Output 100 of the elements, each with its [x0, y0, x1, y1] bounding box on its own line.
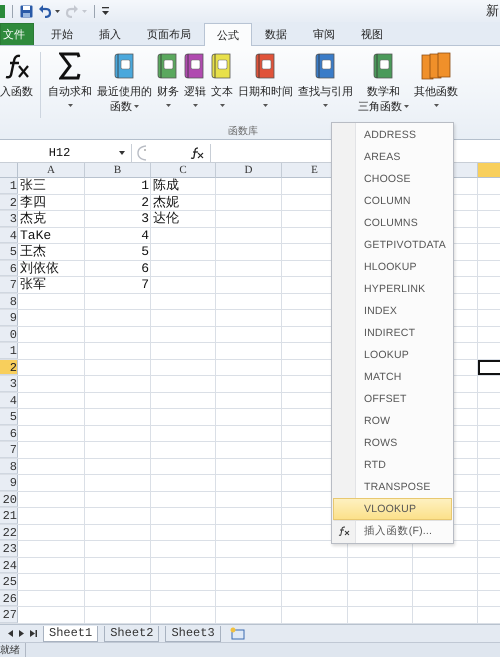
menu-item[interactable]: 插入函数(F)... — [333, 520, 452, 542]
new-sheet-icon[interactable] — [228, 627, 245, 640]
sheet-tab[interactable]: Sheet1 — [43, 626, 98, 642]
table-cell: 7 — [141, 277, 149, 292]
menu-item[interactable]: VLOOKUP — [333, 498, 452, 520]
menu-item[interactable]: OFFSET — [333, 388, 452, 410]
menu-item[interactable]: ROWS — [333, 432, 452, 454]
last-sheet-icon[interactable] — [30, 630, 37, 637]
save-icon[interactable] — [20, 4, 33, 18]
table-cell: 李四 — [20, 194, 46, 210]
ribbon-tab[interactable]: 公式 — [204, 23, 252, 46]
caret-icon[interactable] — [55, 10, 60, 12]
row-header[interactable]: 9 — [0, 310, 18, 326]
insert-function-icon[interactable] — [190, 146, 204, 158]
status-text: 就绪 — [0, 643, 26, 657]
ribbon-button[interactable]: 日期和时间 — [236, 52, 295, 107]
menu-item[interactable]: HYPERLINK — [333, 278, 452, 300]
customize-icon[interactable] — [102, 7, 109, 15]
row-header[interactable]: 3 — [0, 211, 18, 226]
row-header[interactable]: 4 — [0, 392, 18, 408]
menu-item[interactable]: GETPIVOTDATA — [333, 234, 452, 256]
sheet-tab[interactable]: Sheet3 — [165, 626, 221, 642]
row-header[interactable]: 20 — [0, 492, 18, 507]
row-header[interactable]: 2 — [0, 194, 18, 210]
table-cell: 达伦 — [153, 211, 179, 226]
caret-icon[interactable] — [119, 150, 125, 154]
menu-item[interactable]: COLUMN — [333, 190, 452, 212]
row-header[interactable]: 26 — [0, 590, 18, 606]
row-header[interactable]: 5 — [0, 409, 18, 424]
book-icon — [184, 52, 206, 80]
row-header[interactable]: 1 — [0, 343, 18, 358]
ribbon-tab[interactable]: 插入 — [86, 23, 134, 45]
column-header[interactable]: B — [85, 163, 151, 178]
table-cell: 杰克 — [20, 211, 46, 226]
menu-item[interactable]: RTD — [333, 454, 452, 476]
menu-item[interactable]: MATCH — [333, 366, 452, 388]
column-header[interactable]: A — [18, 163, 85, 178]
row-header[interactable]: 25 — [0, 574, 18, 590]
row-header[interactable]: 0 — [0, 326, 18, 342]
ribbon-button[interactable]: 逻辑 — [182, 52, 208, 107]
menu-item[interactable]: ADDRESS — [333, 124, 452, 146]
row-header[interactable]: 24 — [0, 558, 18, 573]
row-header[interactable]: 3 — [0, 376, 18, 392]
row-header[interactable]: 22 — [0, 524, 18, 540]
excel-icon — [0, 4, 5, 18]
menu-item[interactable]: HLOOKUP — [333, 256, 452, 278]
book-icon — [157, 52, 179, 80]
table-cell: 2 — [141, 194, 149, 210]
undo-icon[interactable] — [38, 4, 52, 18]
row-header[interactable]: 7 — [0, 277, 18, 292]
ribbon-button[interactable]: 文本 — [209, 52, 235, 107]
row-header[interactable]: 2 — [0, 360, 18, 375]
books-icon — [421, 52, 451, 80]
next-sheet-icon[interactable] — [19, 630, 24, 637]
book-icon — [254, 52, 276, 80]
table-cell: 6 — [141, 260, 149, 276]
ribbon-button[interactable]: 数学和 三角函数 — [356, 52, 411, 114]
column-header[interactable]: D — [216, 163, 282, 178]
window-title: 新 — [486, 3, 499, 20]
menu-item[interactable]: INDEX — [333, 300, 452, 322]
menu-item[interactable]: INDIRECT — [333, 322, 452, 344]
file-tab[interactable]: 文件 — [0, 23, 34, 45]
ribbon-tab[interactable]: 视图 — [348, 23, 396, 45]
row-header[interactable]: 23 — [0, 541, 18, 556]
name-box[interactable]: H12 — [0, 144, 132, 162]
row-header[interactable]: 1 — [0, 178, 18, 194]
row-header[interactable]: 21 — [0, 508, 18, 524]
sigma-icon — [59, 52, 81, 80]
ribbon-button[interactable]: 自动求和 — [46, 52, 94, 107]
table-cell: 1 — [141, 178, 149, 193]
ribbon-button[interactable]: 查找与引用 — [296, 52, 355, 107]
row-header[interactable]: 6 — [0, 260, 18, 276]
row-header[interactable]: 9 — [0, 475, 18, 490]
function-icon — [4, 52, 30, 80]
menu-item[interactable]: ROW — [333, 410, 452, 432]
row-header[interactable]: 8 — [0, 294, 18, 309]
menu-item[interactable]: LOOKUP — [333, 344, 452, 366]
row-header[interactable]: 6 — [0, 426, 18, 441]
menu-item[interactable]: COLUMNS — [333, 212, 452, 234]
ribbon-button[interactable]: 入函数 — [0, 52, 35, 99]
ribbon-tab[interactable]: 开始 — [38, 23, 86, 45]
previous-sheet-icon[interactable] — [8, 630, 13, 637]
table-cell: 王杰 — [20, 244, 46, 259]
row-header[interactable]: 7 — [0, 442, 18, 458]
ribbon-tab[interactable]: 页面布局 — [134, 23, 204, 45]
table-cell: TaKe — [20, 228, 52, 242]
ribbon-tab[interactable]: 审阅 — [300, 23, 348, 45]
menu-item[interactable]: TRANSPOSE — [333, 476, 452, 498]
ribbon-tab[interactable]: 数据 — [252, 23, 300, 45]
row-header[interactable]: 27 — [0, 607, 18, 622]
column-header[interactable]: C — [151, 163, 216, 178]
row-header[interactable]: 5 — [0, 244, 18, 260]
sheet-tab[interactable]: Sheet2 — [104, 626, 160, 642]
table-cell: 张三 — [20, 178, 46, 193]
ribbon-button[interactable]: 其他函数 — [412, 52, 460, 107]
ribbon-button[interactable]: 最近使用的 函数 — [95, 52, 154, 114]
row-header[interactable]: 8 — [0, 458, 18, 474]
book-icon — [372, 52, 394, 80]
row-header[interactable]: 4 — [0, 228, 18, 243]
ribbon-button[interactable]: 财务 — [155, 52, 181, 107]
